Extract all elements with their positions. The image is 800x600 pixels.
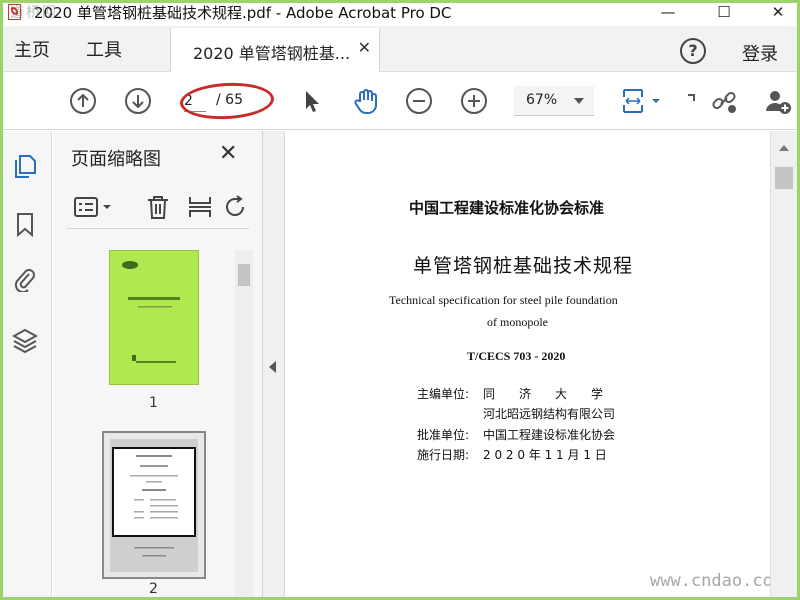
watermark-bottom-right: www.cndao.com (650, 571, 784, 591)
panel-toolbar (67, 187, 249, 229)
page-thumbnails-icon[interactable] (12, 153, 38, 179)
scroll-up-icon[interactable] (779, 145, 789, 151)
panel-title: 页面缩略图 (71, 149, 161, 170)
next-page-icon[interactable] (124, 87, 152, 115)
watermark-top-left: 道桥网 (10, 5, 58, 21)
document-heading: 中国工程建设标准化协会标准 (409, 199, 605, 217)
zoom-out-icon[interactable] (405, 87, 433, 115)
thumbnail-page-number: 1 (149, 395, 158, 411)
menu-home[interactable]: 主页 (14, 36, 50, 62)
document-tab-label: 2020 单管塔钢桩基... (193, 44, 351, 63)
standard-code: T/CECS 703 - 2020 (467, 349, 566, 363)
zoom-value: 67% (526, 92, 558, 108)
meta-value: 中国工程建设标准化协会 (483, 428, 616, 442)
help-icon[interactable]: ? (680, 38, 706, 64)
menu-tools[interactable]: 工具 (86, 36, 122, 62)
page-fit-icon[interactable] (620, 87, 664, 115)
document-title: 单管塔钢桩基础技术规程 (413, 255, 634, 277)
zoom-in-icon[interactable] (460, 87, 488, 115)
page-thumbnail-2[interactable] (102, 431, 206, 579)
thumbnail-page-number: 2 (149, 581, 158, 597)
meta-label: 批准单位: (417, 428, 470, 442)
english-title-line2: of monopole (487, 315, 548, 329)
layers-icon[interactable] (12, 327, 38, 353)
meta-value: 同 济 大 学 (483, 387, 604, 401)
previous-page-icon[interactable] (69, 87, 97, 115)
close-window-button[interactable]: ✕ (756, 0, 800, 24)
document-scroll-thumb[interactable] (775, 167, 793, 189)
collapse-arrow-icon (269, 361, 276, 373)
thumbnails-panel: 页面缩略图 ✕ 1 2 (53, 131, 263, 600)
thumbnail-1-content (122, 261, 180, 363)
login-button[interactable]: 登录 (742, 40, 778, 66)
insert-page-icon[interactable] (187, 195, 213, 219)
chevron-down-icon (574, 98, 584, 104)
meta-label: 主编单位: (417, 387, 470, 401)
delete-page-icon[interactable] (145, 195, 171, 219)
window-title: 2020 单管塔钢桩基础技术规程.pdf - Adobe Acrobat Pro… (34, 3, 452, 22)
english-title-line1: Technical specification for steel pile f… (389, 293, 618, 307)
panel-scrollbar[interactable] (235, 250, 253, 600)
minimize-button[interactable]: — (646, 0, 690, 24)
document-tab[interactable]: 2020 单管塔钢桩基... ✕ (170, 28, 380, 72)
share-link-icon[interactable] (710, 87, 738, 115)
document-scrollbar[interactable] (770, 131, 797, 600)
maximize-button[interactable]: ☐ (702, 0, 746, 24)
thumbnail-2-content (110, 439, 198, 572)
page-thumbnail-1[interactable] (109, 250, 199, 385)
hand-tool-icon[interactable] (352, 87, 380, 115)
meta-value: 河北昭远钢结构有限公司 (483, 407, 616, 421)
tab-close-icon[interactable]: ✕ (358, 38, 371, 57)
meta-label: 施行日期: (417, 448, 470, 462)
attachment-icon[interactable] (12, 266, 38, 292)
document-page: 中国工程建设标准化协会标准 单管塔钢桩基础技术规程 Technical spec… (285, 131, 783, 600)
meta-value: 2 0 2 0 年 1 1 月 1 日 (483, 448, 607, 462)
panel-collapse-handle[interactable] (263, 131, 285, 600)
thumbnail-options-icon[interactable] (73, 195, 113, 219)
rotate-page-icon[interactable] (223, 195, 249, 219)
add-user-icon[interactable] (764, 87, 792, 115)
more-tools-icon[interactable] (686, 87, 696, 115)
panel-close-icon[interactable]: ✕ (219, 141, 237, 166)
panel-scroll-thumb[interactable] (238, 264, 250, 286)
bookmark-icon[interactable] (12, 211, 38, 237)
toolbar (0, 72, 800, 130)
left-rail (0, 131, 52, 600)
zoom-dropdown[interactable]: 67% (514, 86, 594, 116)
select-tool-icon[interactable] (298, 87, 326, 115)
